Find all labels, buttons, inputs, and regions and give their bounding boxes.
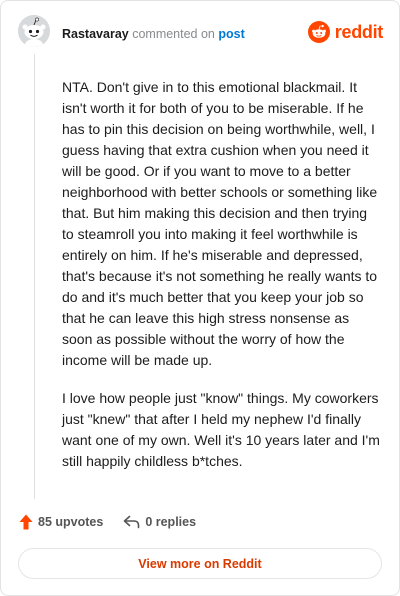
avatar[interactable]	[18, 15, 50, 47]
reddit-wordmark: reddit	[334, 21, 384, 42]
comment-body: NTA. Don't give in to this emotional bla…	[62, 77, 380, 489]
reddit-brand[interactable]: reddit	[307, 21, 384, 43]
view-more-button[interactable]: View more on Reddit	[18, 548, 382, 579]
comment-embed-card: Rastavaray commented on post reddit NTA.…	[0, 0, 400, 596]
upvote-arrow-icon	[19, 514, 33, 530]
replies-button[interactable]: 0 replies	[123, 515, 196, 529]
snoo-avatar-icon	[18, 15, 50, 47]
thread-line	[34, 54, 35, 499]
comment-paragraph: NTA. Don't give in to this emotional bla…	[62, 79, 378, 368]
post-link[interactable]: post	[218, 27, 244, 41]
author-username[interactable]: Rastavaray	[62, 27, 129, 41]
comment-paragraph: I love how people just "know" things. My…	[62, 390, 380, 469]
comment-header: Rastavaray commented on post	[62, 27, 245, 41]
reply-arrow-icon	[124, 515, 140, 529]
upvote-count: 85 upvotes	[38, 515, 104, 529]
upvote-button[interactable]: 85 upvotes	[19, 514, 103, 530]
comment-actions: 85 upvotes 0 replies	[19, 514, 196, 530]
action-text: commented on	[132, 27, 215, 41]
reddit-logo-icon	[307, 21, 330, 43]
reply-count: 0 replies	[145, 515, 197, 529]
